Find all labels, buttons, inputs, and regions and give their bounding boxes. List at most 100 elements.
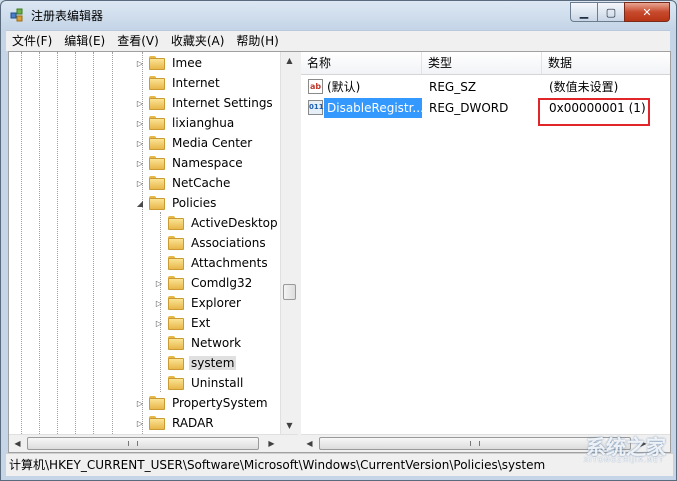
expand-icon[interactable]: ▷	[135, 98, 145, 108]
tree-item-media-center[interactable]: ▷ Media Center	[135, 133, 254, 153]
expand-icon[interactable]: ▷	[135, 178, 145, 188]
tree-item-internet-settings[interactable]: ▷ Internet Settings	[135, 93, 275, 113]
expand-icon[interactable]	[135, 78, 145, 88]
tree-item-internet[interactable]: Internet	[135, 73, 222, 93]
watermark-subtext: XITONGZHIJIA.NET	[583, 456, 664, 464]
column-name[interactable]: 名称	[301, 52, 422, 74]
key-tree-pane: ▷ Imee Internet ▷ Internet Settings ▷ lixia…	[9, 52, 301, 452]
column-type[interactable]: 类型	[422, 52, 542, 74]
expand-icon[interactable]: ▷	[135, 398, 145, 408]
window-title: 注册表编辑器	[31, 9, 104, 23]
dword-value-icon: 011	[308, 100, 324, 115]
tree-item-uninstall[interactable]: Uninstall	[154, 373, 245, 393]
client-area: ▷ Imee Internet ▷ Internet Settings ▷ lixia…	[8, 51, 671, 453]
folder-icon	[168, 336, 184, 350]
expand-icon[interactable]	[154, 238, 164, 248]
close-button[interactable]: ✕	[624, 2, 670, 22]
scroll-left-icon[interactable]: ◀	[301, 435, 318, 452]
string-value-icon: ab	[308, 79, 323, 94]
collapse-icon[interactable]: ◢	[135, 198, 145, 208]
scroll-up-icon[interactable]: ▲	[281, 52, 298, 69]
tree-item-netcache[interactable]: ▷ NetCache	[135, 173, 232, 193]
menu-view[interactable]: 查看(V)	[111, 31, 165, 51]
tree-item-explorer[interactable]: ▷ Explorer	[154, 293, 243, 313]
registry-editor-window: 注册表编辑器 ▁ ▢ ✕ 文件(F) 编辑(E) 查看(V) 收藏夹(A) 帮助…	[0, 0, 677, 481]
tree-item-attachments[interactable]: Attachments	[154, 253, 270, 273]
tree-item-activedesktop[interactable]: ActiveDesktop	[154, 213, 280, 233]
tree-item-system[interactable]: system	[154, 353, 237, 373]
folder-icon	[149, 116, 165, 130]
folder-icon	[168, 276, 184, 290]
maximize-button[interactable]: ▢	[597, 2, 624, 22]
value-type: REG_SZ	[429, 80, 477, 94]
minimize-button[interactable]: ▁	[570, 2, 597, 22]
value-type: REG_DWORD	[429, 101, 509, 115]
folder-icon	[168, 256, 184, 270]
folder-icon	[168, 296, 184, 310]
expand-icon[interactable]: ▷	[135, 118, 145, 128]
tree-item-lixianghua[interactable]: ▷ lixianghua	[135, 113, 236, 133]
folder-icon	[149, 96, 165, 110]
menu-file[interactable]: 文件(F)	[6, 31, 58, 51]
expand-icon[interactable]: ▷	[135, 158, 145, 168]
scroll-left-icon[interactable]: ◀	[9, 435, 26, 452]
minimize-icon: ▁	[579, 5, 589, 19]
expand-icon[interactable]	[154, 378, 164, 388]
folder-icon	[149, 416, 165, 430]
folder-open-icon	[168, 356, 184, 370]
expand-icon[interactable]	[154, 358, 164, 368]
folder-icon	[149, 136, 165, 150]
value-row-default[interactable]: ab (默认) REG_SZ (数值未设置)	[301, 77, 670, 97]
annotation-highlight-box	[538, 98, 650, 126]
menu-help[interactable]: 帮助(H)	[230, 31, 284, 51]
folder-icon	[168, 236, 184, 250]
key-tree: ▷ Imee Internet ▷ Internet Settings ▷ lixia…	[9, 52, 280, 434]
title-bar[interactable]: 注册表编辑器 ▁ ▢ ✕	[1, 1, 676, 29]
menu-bar: 文件(F) 编辑(E) 查看(V) 收藏夹(A) 帮助(H)	[6, 30, 670, 51]
tree-item-associations[interactable]: Associations	[154, 233, 268, 253]
folder-icon	[168, 376, 184, 390]
value-name: DisableRegistr...	[324, 98, 422, 118]
scroll-down-icon[interactable]: ▼	[281, 417, 298, 434]
close-icon: ✕	[642, 5, 652, 19]
value-name: (默认)	[327, 80, 361, 94]
folder-icon	[149, 176, 165, 190]
folder-icon	[149, 196, 165, 210]
window-controls: ▁ ▢ ✕	[570, 2, 670, 22]
folder-icon	[149, 76, 165, 90]
expand-icon[interactable]: ▷	[154, 298, 164, 308]
tree-horizontal-scrollbar[interactable]: ◀ ▶	[9, 434, 298, 452]
values-list-pane: 名称 类型 数据 ab (默认) REG_SZ (数值未设置) 011 Disa…	[301, 52, 670, 452]
column-header: 名称 类型 数据	[301, 52, 670, 75]
folder-icon	[149, 156, 165, 170]
expand-icon[interactable]: ▷	[135, 418, 145, 428]
tree-item-imee[interactable]: ▷ Imee	[135, 53, 204, 73]
expand-icon[interactable]: ▷	[154, 318, 164, 328]
expand-icon[interactable]: ▷	[135, 138, 145, 148]
status-path: 计算机\HKEY_CURRENT_USER\Software\Microsoft…	[9, 458, 546, 472]
tree-item-network[interactable]: Network	[154, 333, 243, 353]
maximize-icon: ▢	[605, 5, 617, 19]
tree-item-ext[interactable]: ▷ Ext	[154, 313, 212, 333]
tree-hscroll-thumb[interactable]	[27, 437, 259, 450]
value-data: (数值未设置)	[549, 80, 619, 94]
expand-icon[interactable]	[154, 338, 164, 348]
scroll-right-icon[interactable]: ▶	[263, 435, 280, 452]
expand-icon[interactable]: ▷	[135, 58, 145, 68]
folder-icon	[149, 56, 165, 70]
expand-icon[interactable]	[154, 218, 164, 228]
expand-icon[interactable]	[154, 258, 164, 268]
column-data[interactable]: 数据	[542, 52, 670, 74]
tree-item-comdlg32[interactable]: ▷ Comdlg32	[154, 273, 254, 293]
tree-vertical-scrollbar[interactable]: ▲ ▼	[280, 52, 298, 434]
menu-edit[interactable]: 编辑(E)	[58, 31, 111, 51]
tree-item-policies[interactable]: ◢ Policies	[135, 193, 218, 213]
registry-editor-icon	[10, 8, 23, 22]
folder-icon	[149, 396, 165, 410]
tree-item-radar[interactable]: ▷ RADAR	[135, 413, 216, 433]
tree-scroll-thumb[interactable]	[283, 284, 296, 300]
expand-icon[interactable]: ▷	[154, 278, 164, 288]
menu-favorites[interactable]: 收藏夹(A)	[165, 31, 231, 51]
tree-item-namespace[interactable]: ▷ Namespace	[135, 153, 245, 173]
tree-item-propertysystem[interactable]: ▷ PropertySystem	[135, 393, 270, 413]
